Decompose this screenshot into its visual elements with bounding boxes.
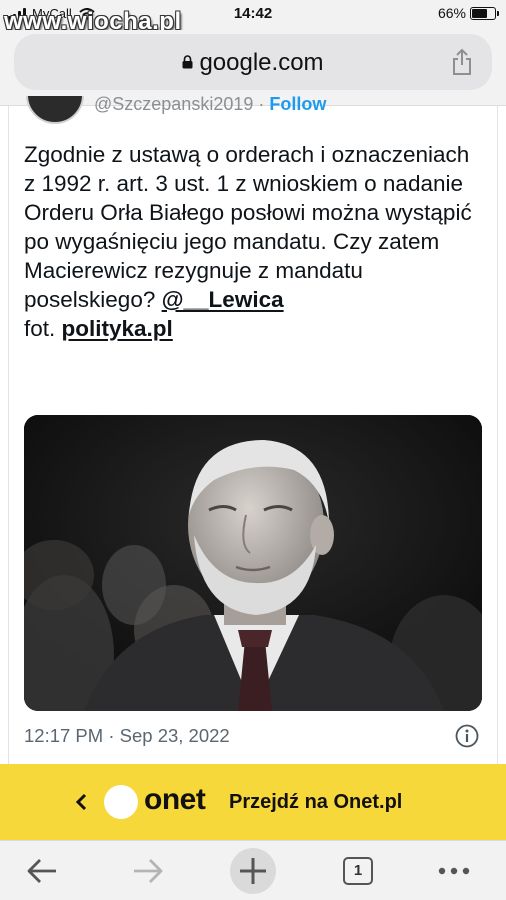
forward-arrow-icon — [134, 859, 163, 883]
domain-label: google.com — [199, 49, 324, 76]
portrait-image — [24, 415, 482, 711]
onet-logo: onet — [144, 783, 206, 816]
onet-banner[interactable]: onet Przejdź na Onet.pl — [0, 764, 506, 840]
more-icon — [438, 867, 470, 875]
address-text: google.com — [14, 49, 492, 77]
lock-icon — [182, 55, 193, 69]
tweet-photo[interactable] — [24, 415, 482, 711]
back-button[interactable] — [20, 849, 64, 893]
onet-logo-circle — [104, 785, 138, 819]
tweet-timestamp[interactable]: 12:17 PM · Sep 23, 2022 — [24, 725, 230, 747]
browser-toolbar: 1 — [0, 840, 506, 900]
mention-link[interactable]: @__Lewica — [162, 287, 284, 312]
battery-icon — [470, 6, 499, 20]
photo-credit-link[interactable]: polityka.pl — [62, 316, 173, 341]
forward-button[interactable] — [126, 849, 170, 893]
tweet-text: Zgodnie z ustawą o orderach i oznaczenia… — [24, 140, 486, 343]
handle-text: @Szczepanski2019 — [94, 96, 254, 114]
browser-header: google.com — [0, 30, 506, 106]
tweet-handle[interactable]: @Szczepanski2019 · Follow — [94, 96, 326, 115]
info-icon[interactable] — [455, 724, 479, 748]
address-bar[interactable]: google.com — [14, 34, 492, 90]
tabs-icon: 1 — [343, 857, 373, 885]
photo-credit-prefix: fot. — [24, 316, 62, 341]
tweet-time: 12:17 PM — [24, 725, 104, 746]
tweet-date: Sep 23, 2022 — [119, 725, 230, 746]
avatar[interactable] — [26, 96, 84, 124]
follow-button[interactable]: Follow — [269, 96, 326, 114]
timestamp-separator: · — [108, 725, 115, 746]
tabs-button[interactable]: 1 — [336, 849, 380, 893]
back-arrow-icon — [27, 859, 56, 883]
battery-percent: 66% — [437, 5, 466, 21]
plus-icon — [240, 858, 266, 884]
new-tab-button[interactable] — [230, 848, 276, 894]
chevron-left-icon — [75, 793, 87, 811]
battery-level — [472, 8, 487, 18]
more-button[interactable] — [432, 849, 476, 893]
share-icon[interactable] — [450, 48, 474, 76]
status-right: 66% — [437, 5, 499, 21]
tweet-header: @Szczepanski2019 · Follow — [0, 96, 506, 126]
onet-cta-link[interactable]: Przejdź na Onet.pl — [229, 791, 402, 814]
handle-separator: · — [258, 96, 265, 114]
